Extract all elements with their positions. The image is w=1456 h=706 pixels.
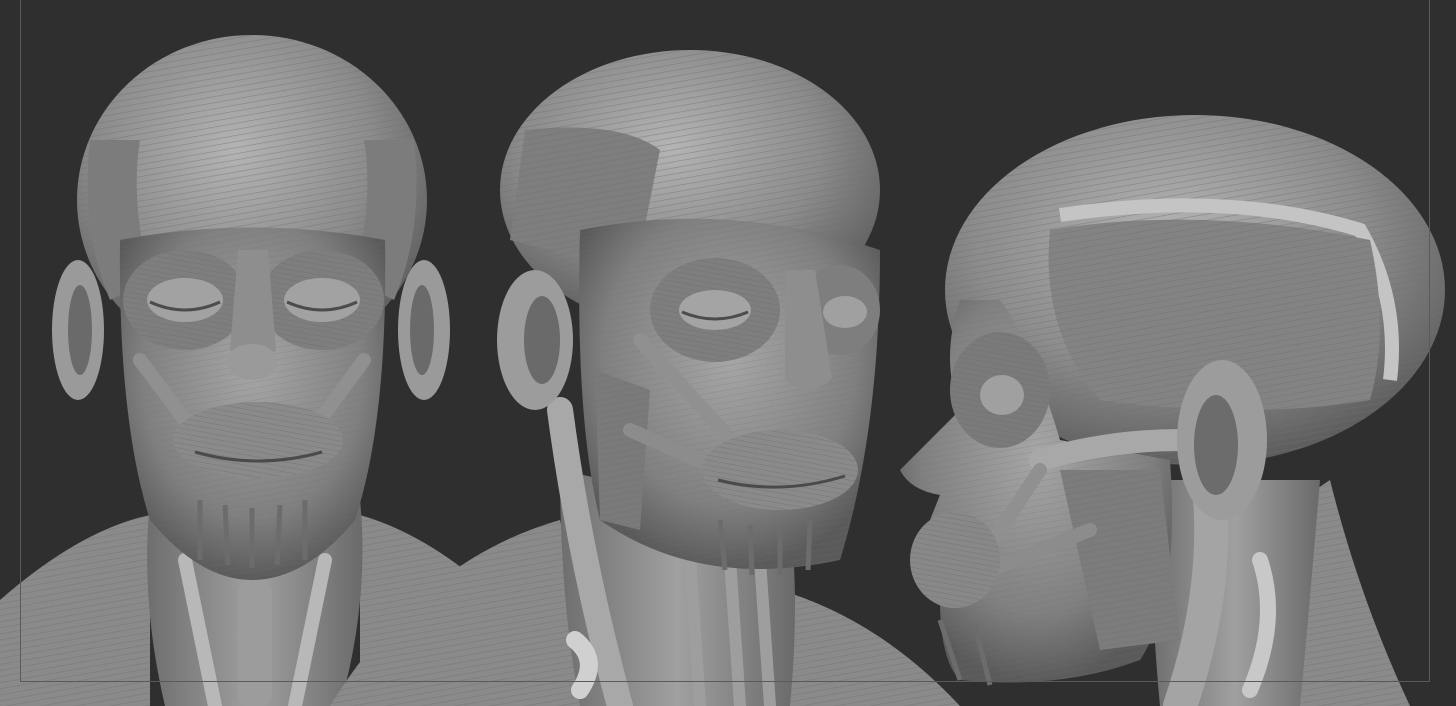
profile-view-head [900,115,1445,706]
anatomy-render [0,35,1445,706]
3d-viewport[interactable] [0,0,1456,706]
